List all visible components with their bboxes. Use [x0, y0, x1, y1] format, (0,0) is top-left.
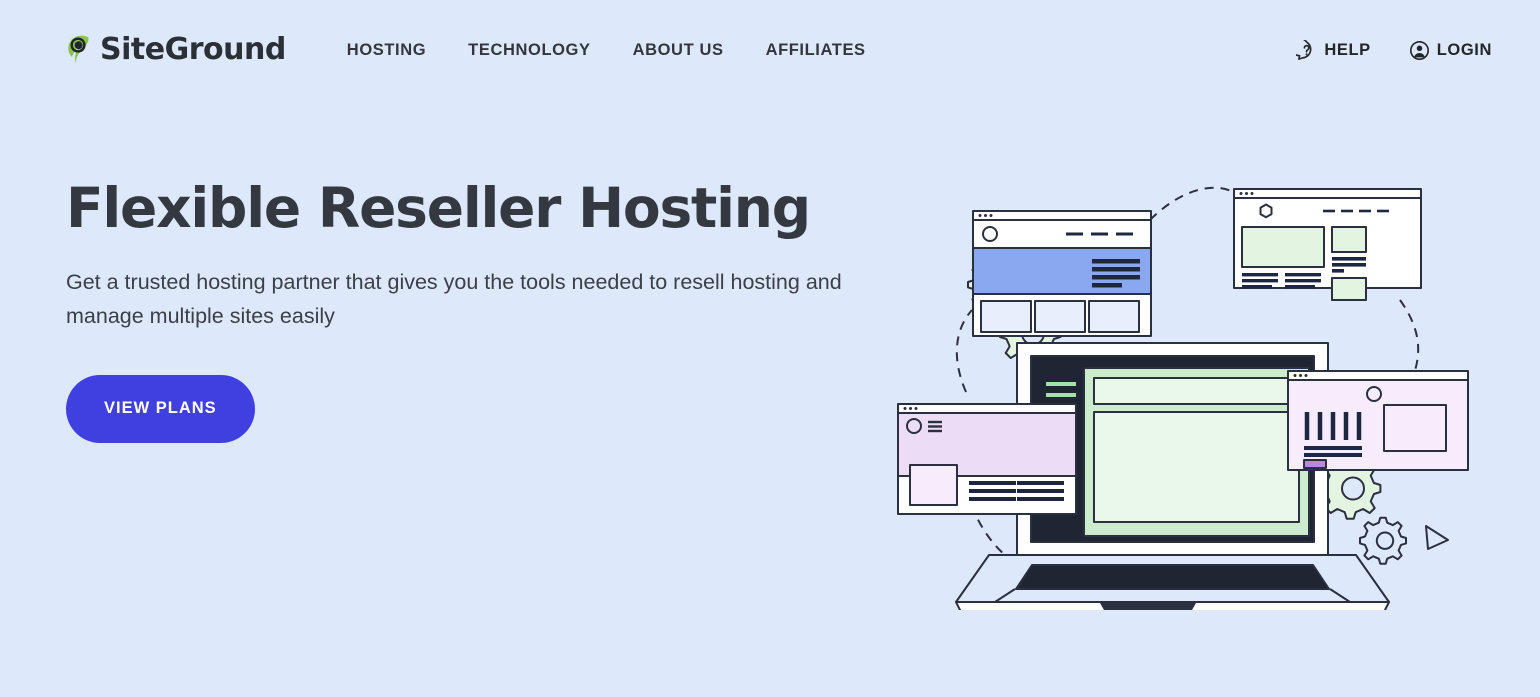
- browser-window-top-right: [1233, 188, 1422, 301]
- header-utilities: HELP LOGIN: [1296, 39, 1492, 61]
- help-label: HELP: [1324, 40, 1371, 59]
- view-plans-button[interactable]: VIEW PLANS: [66, 374, 255, 443]
- hero-subtitle: Get a trusted hosting partner that gives…: [66, 269, 842, 328]
- browser-window-left: [897, 403, 1077, 515]
- user-circle-icon: [1409, 40, 1430, 61]
- page-title: Flexible Reseller Hosting: [66, 176, 811, 240]
- question-mark-bubble-icon: [1296, 39, 1317, 61]
- login-label: LOGIN: [1436, 40, 1492, 59]
- siteground-logo-text: SiteGround: [100, 32, 286, 67]
- main-navigation: HOSTING TECHNOLOGY ABOUT US AFFILIATES: [326, 41, 887, 60]
- login-link[interactable]: LOGIN: [1409, 40, 1492, 61]
- siteground-logo[interactable]: SiteGround: [66, 33, 286, 67]
- nav-item-about-us[interactable]: ABOUT US: [612, 41, 745, 60]
- reseller-hosting-illustration: [880, 160, 1500, 610]
- nav-item-affiliates[interactable]: AFFILIATES: [745, 41, 887, 60]
- browser-window-top-left: [972, 210, 1152, 337]
- help-link[interactable]: HELP: [1296, 39, 1371, 61]
- gear-cluster-right: [1319, 457, 1407, 565]
- hero-section: Flexible Reseller Hosting Get a trusted …: [66, 176, 866, 443]
- site-header: SiteGround HOSTING TECHNOLOGY ABOUT US A…: [0, 0, 1540, 100]
- browser-window-right: [1287, 370, 1469, 471]
- nav-item-technology[interactable]: TECHNOLOGY: [447, 41, 611, 60]
- nav-item-hosting[interactable]: HOSTING: [326, 41, 447, 60]
- cursor-arrow: [1425, 525, 1449, 550]
- siteground-leaf-icon: [66, 33, 96, 67]
